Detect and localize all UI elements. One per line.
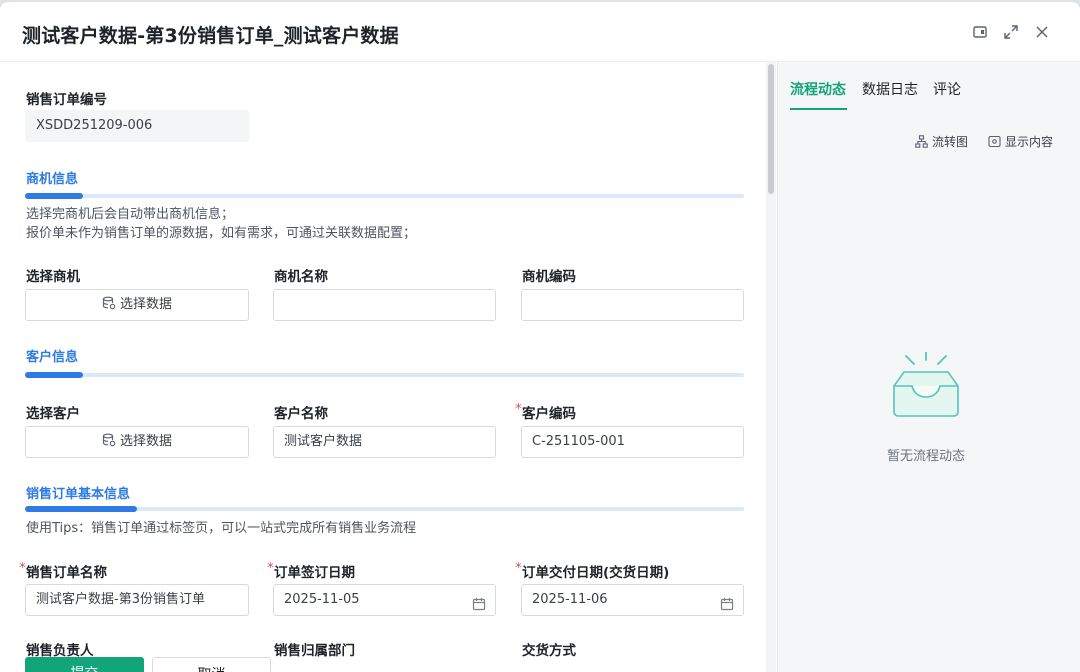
section-title-opportunity: 商机信息 (26, 172, 79, 187)
delivery-method-label: 交货方式 (522, 643, 576, 659)
sign-date-label: * 订单签订日期 (267, 560, 355, 581)
section-divider (25, 506, 744, 512)
sign-date-picker[interactable]: 2025-11-05 (273, 584, 496, 616)
order-no-label: 销售订单编号 (26, 92, 107, 108)
minimize-icon[interactable] (972, 24, 988, 40)
required-mark: * (515, 560, 522, 576)
tab-comments[interactable]: 评论 (933, 79, 961, 99)
empty-state-text: 暂无流程动态 (886, 449, 965, 464)
select-customer-label: 选择客户 (26, 406, 80, 422)
required-mark: * (19, 560, 26, 576)
opportunity-code-field[interactable] (521, 289, 744, 321)
order-name-field[interactable]: 测试客户数据-第3份销售订单 (25, 584, 249, 616)
submit-button[interactable]: 提交 (25, 657, 144, 672)
select-customer-button[interactable]: 选择数据 (25, 426, 249, 458)
side-panel: 流程动态 数据日志 评论 流转图 显示内容 暂无流程动态 (777, 62, 1080, 672)
sign-date-value: 2025-11-05 (284, 592, 360, 607)
delivery-date-label: * 订单交付日期(交货日期) (515, 560, 670, 581)
sales-dept-label: 销售归属部门 (274, 643, 355, 659)
empty-inbox-icon (890, 351, 962, 418)
flowchart-label: 流转图 (932, 135, 969, 149)
flowchart-icon (915, 135, 928, 148)
cancel-button[interactable]: 取消 (152, 657, 271, 672)
show-content-button[interactable]: 显示内容 (988, 133, 1053, 150)
section-note: 选择完商机后会自动带出商机信息； (26, 207, 235, 222)
calendar-icon (472, 593, 486, 611)
section-title-basic: 销售订单基本信息 (26, 487, 131, 502)
select-opportunity-button[interactable]: 选择数据 (25, 289, 249, 321)
active-tab-indicator (790, 108, 847, 110)
select-opportunity-button-label: 选择数据 (119, 297, 172, 312)
modal-title: 测试客户数据-第3份销售订单_测试客户数据 (22, 25, 399, 47)
section-divider (25, 193, 744, 199)
tab-data-log[interactable]: 数据日志 (862, 79, 918, 99)
select-customer-button-label: 选择数据 (119, 434, 172, 449)
tab-flow-activity[interactable]: 流程动态 (790, 79, 846, 99)
required-mark: * (267, 560, 274, 576)
flowchart-button[interactable]: 流转图 (915, 133, 968, 150)
side-tabs: 流程动态 数据日志 评论 (778, 62, 1080, 114)
calendar-icon (720, 593, 734, 611)
opportunity-name-label: 商机名称 (274, 269, 328, 285)
delivery-date-picker[interactable]: 2025-11-06 (521, 584, 744, 616)
section-tip: 使用Tips：销售订单通过标签页，可以一站式完成所有销售业务流程 (26, 521, 417, 536)
customer-name-label: 客户名称 (274, 406, 328, 422)
required-mark: * (515, 401, 522, 417)
form-body: 销售订单编号 XSDD251209-006 商机信息 选择完商机后会自动带出商机… (0, 62, 776, 672)
form-modal: 测试客户数据-第3份销售订单_测试客户数据 销售订单编号 XSDD251209-… (0, 2, 1080, 672)
delivery-date-value: 2025-11-06 (532, 592, 608, 607)
order-name-label: * 销售订单名称 (19, 560, 107, 581)
sales-owner-label: 销售负责人 (26, 643, 94, 659)
show-content-label: 显示内容 (1005, 135, 1054, 149)
form-scrollbar[interactable] (766, 62, 776, 672)
maximize-icon[interactable] (1003, 24, 1019, 40)
modal-header: 测试客户数据-第3份销售订单_测试客户数据 (0, 2, 1080, 62)
customer-name-field[interactable]: 测试客户数据 (273, 426, 496, 458)
section-divider (25, 372, 744, 378)
scroll-thumb[interactable] (768, 64, 774, 194)
select-opportunity-label: 选择商机 (26, 269, 80, 285)
customer-code-field[interactable]: C-251105-001 (521, 426, 744, 458)
database-icon (102, 296, 116, 310)
opportunity-code-label: 商机编码 (522, 269, 576, 285)
opportunity-name-field[interactable] (273, 289, 496, 321)
eye-icon (988, 135, 1001, 148)
customer-code-label: * 客户编码 (515, 401, 576, 422)
database-icon (102, 433, 116, 447)
section-note: 报价单未作为销售订单的源数据，如有需求，可通过关联数据配置； (26, 226, 417, 241)
close-icon[interactable] (1034, 24, 1050, 40)
section-title-customer: 客户信息 (26, 350, 79, 365)
order-no-field: XSDD251209-006 (25, 110, 249, 142)
